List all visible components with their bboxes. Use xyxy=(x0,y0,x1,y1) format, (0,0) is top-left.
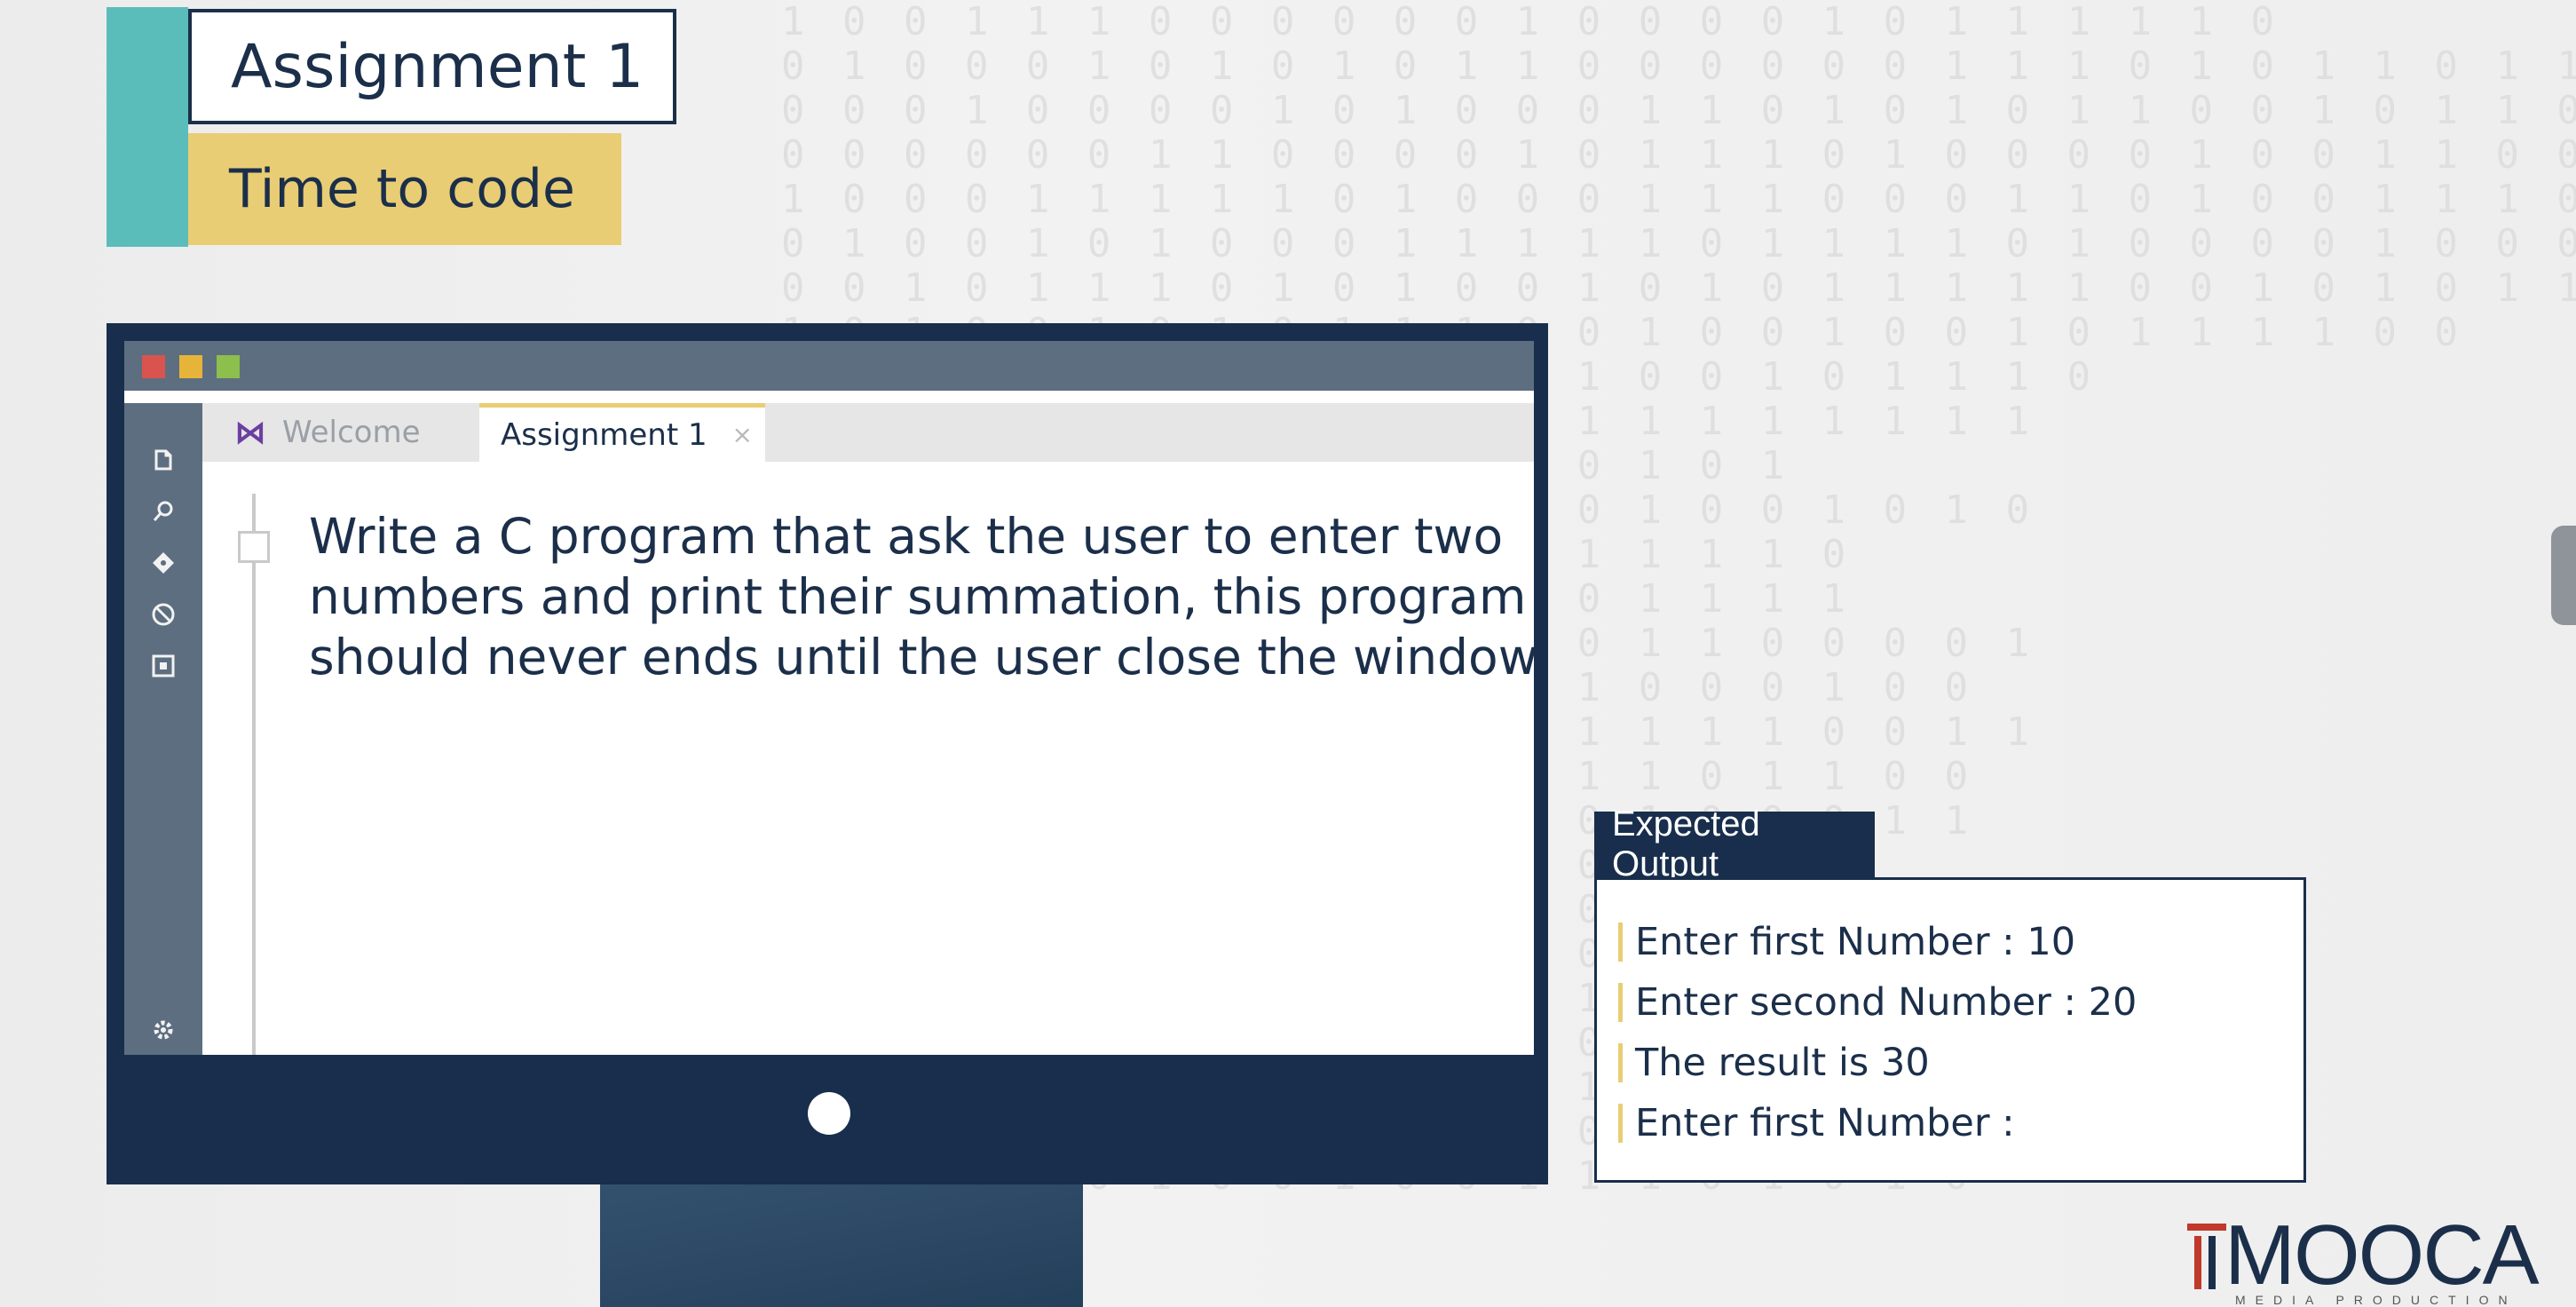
visual-studio-icon: ⋈ xyxy=(234,414,266,451)
page-title: Assignment 1 xyxy=(188,9,676,124)
fold-guide xyxy=(252,494,256,1055)
tab-assignment-label: Assignment 1 xyxy=(501,416,707,453)
editor-window: ⋈ Welcome Assignment 1 × Write a C progr… xyxy=(124,341,1534,1055)
output-line-text: Enter first Number : 10 xyxy=(1635,920,2076,964)
search-icon[interactable] xyxy=(151,499,176,524)
settings-icon[interactable] xyxy=(151,1018,176,1042)
line-marker xyxy=(1618,1104,1623,1143)
editor-tabs: ⋈ Welcome Assignment 1 × xyxy=(202,403,1534,462)
tab-welcome[interactable]: ⋈ Welcome xyxy=(209,403,467,462)
line-marker xyxy=(1618,983,1623,1022)
tab-assignment-1[interactable]: Assignment 1 × xyxy=(479,403,765,462)
close-icon[interactable]: × xyxy=(732,420,753,449)
minimize-window-button[interactable] xyxy=(179,355,202,378)
editor-titlebar xyxy=(124,341,1534,391)
output-line: Enter second Number : 20 xyxy=(1618,972,2303,1033)
expected-output-heading: Expected Output xyxy=(1594,804,1875,883)
extensions-icon[interactable] xyxy=(151,654,176,678)
mooca-logo: MOOCA MEDIA PRODUCTION xyxy=(2169,1211,2540,1307)
text-line: Write a C program that ask the user to e… xyxy=(309,508,1504,565)
maximize-window-button[interactable] xyxy=(217,355,240,378)
text-line: should never ends until the user close t… xyxy=(309,629,1534,685)
output-line-text: The result is 30 xyxy=(1635,1041,1930,1085)
expected-output-panel: Enter first Number : 10 Enter second Num… xyxy=(1594,877,2306,1183)
fold-toggle[interactable] xyxy=(238,531,270,563)
output-line: Enter first Number : 10 xyxy=(1618,912,2303,972)
page-subtitle: Time to code xyxy=(188,133,621,245)
output-line: Enter first Number : xyxy=(1618,1093,2303,1153)
side-panel-handle[interactable] xyxy=(2551,526,2576,625)
assignment-text: Write a C program that ask the user to e… xyxy=(309,506,1534,687)
close-window-button[interactable] xyxy=(142,355,165,378)
logo-text: MOOCA xyxy=(2224,1208,2540,1303)
debug-icon[interactable] xyxy=(151,602,176,627)
monitor-power-button xyxy=(808,1092,850,1135)
logo-mark-icon xyxy=(2187,1224,2226,1289)
output-line-text: Enter first Number : xyxy=(1635,1101,2015,1145)
monitor-stand xyxy=(600,1184,1083,1307)
files-icon[interactable] xyxy=(151,448,176,472)
activity-bar xyxy=(124,391,202,1055)
teal-accent-bar xyxy=(107,7,188,247)
text-line: numbers and print their summation, this … xyxy=(309,568,1527,625)
git-icon[interactable] xyxy=(151,551,176,575)
logo-tagline: MEDIA PRODUCTION xyxy=(2235,1293,2517,1307)
line-marker xyxy=(1618,923,1623,962)
line-marker xyxy=(1618,1043,1623,1082)
tab-welcome-label: Welcome xyxy=(282,415,421,450)
output-line: The result is 30 xyxy=(1618,1033,2303,1093)
output-line-text: Enter second Number : 20 xyxy=(1635,980,2137,1025)
